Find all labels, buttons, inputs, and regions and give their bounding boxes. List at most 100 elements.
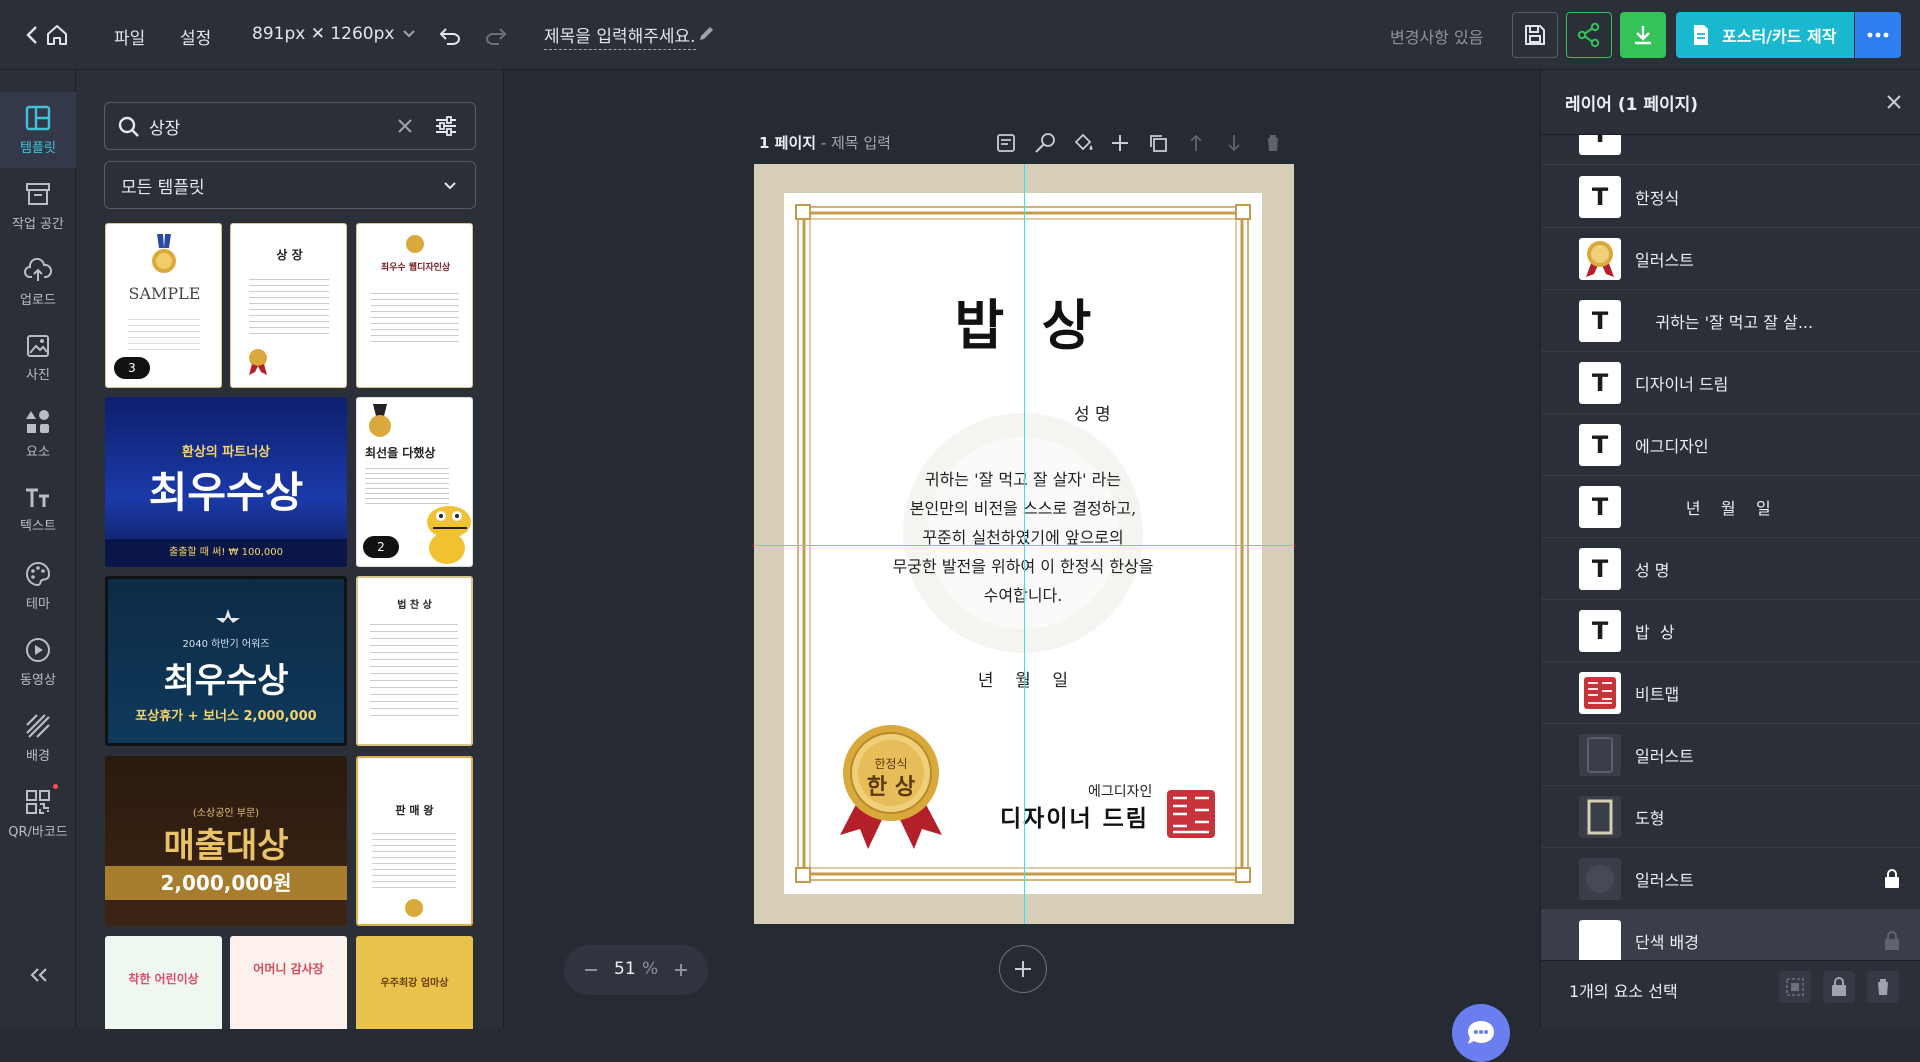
sidebar-item-elements[interactable]: 요소 bbox=[0, 396, 76, 472]
menu-file[interactable]: 파일 bbox=[114, 24, 145, 49]
template-lines bbox=[371, 288, 459, 344]
make-poster-button[interactable]: 포스터/카드 제작 bbox=[1676, 12, 1854, 58]
template-filter-select[interactable]: 모든 템플릿 bbox=[104, 161, 476, 209]
group-button[interactable] bbox=[1779, 971, 1811, 1003]
lock-icon[interactable] bbox=[1884, 931, 1900, 951]
delete-page-icon[interactable] bbox=[1264, 133, 1282, 153]
template-thumbnail[interactable]: 우주최강 엄마상 bbox=[356, 936, 473, 1029]
certificate-date[interactable]: 년 월 일 bbox=[784, 666, 1262, 691]
template-thumbnail[interactable]: 상 장 bbox=[230, 223, 347, 388]
layer-row-partial[interactable]: T bbox=[1541, 135, 1920, 165]
page-title[interactable]: - 제목 입력 bbox=[816, 134, 891, 152]
template-thumbnail[interactable]: 환상의 파트너상 최우수상 출출할 때 써! ₩ 100,000 bbox=[105, 397, 347, 567]
paint-bucket-icon[interactable] bbox=[1072, 132, 1094, 154]
certificate-page[interactable]: 밥 상 성 명 귀하는 '잘 먹고 잘 살자' 라는 본인만의 비전을 스스로 … bbox=[754, 164, 1294, 924]
zoom-unit: % bbox=[642, 959, 659, 979]
lock-icon[interactable] bbox=[1884, 869, 1900, 889]
layer-row[interactable]: T 밥 상 bbox=[1541, 600, 1920, 662]
template-thumbnail[interactable]: SAMPLE 3 bbox=[105, 223, 222, 388]
move-up-icon[interactable] bbox=[1188, 133, 1204, 153]
filter-icon[interactable] bbox=[435, 116, 457, 136]
canvas-size-dropdown[interactable]: 891px ✕ 1260px bbox=[252, 24, 416, 44]
redo-icon[interactable] bbox=[482, 22, 510, 50]
template-thumbnail[interactable]: 법 찬 상 bbox=[356, 576, 473, 746]
layer-panel-title: 레이어 (1 페이지) bbox=[1565, 95, 1699, 115]
template-thumbnail[interactable]: 어머니 감사장 bbox=[230, 936, 347, 1029]
chevron-down-icon bbox=[403, 30, 416, 38]
certificate-title[interactable]: 밥 상 bbox=[784, 281, 1262, 360]
duplicate-icon[interactable] bbox=[1148, 133, 1168, 153]
home-icon[interactable] bbox=[44, 22, 70, 48]
sidebar-item-templates[interactable]: 템플릿 bbox=[0, 92, 76, 168]
layer-row[interactable]: T 에그디자인 bbox=[1541, 414, 1920, 476]
sidebar-item-photo[interactable]: 사진 bbox=[0, 320, 76, 396]
solid-background-thumbnail bbox=[1579, 919, 1621, 960]
sidebar-item-background[interactable]: 배경 bbox=[0, 700, 76, 776]
red-seal-stamp[interactable] bbox=[1165, 788, 1217, 840]
template-footer: 포상휴가 + 보너스 2,000,000 bbox=[135, 709, 317, 724]
add-page-icon[interactable] bbox=[1110, 133, 1130, 153]
sidebar-item-text[interactable]: 텍스트 bbox=[0, 472, 76, 548]
share-button[interactable] bbox=[1566, 12, 1612, 58]
zoom-value[interactable]: 51 bbox=[614, 959, 636, 979]
template-thumbnail[interactable]: 최선을 다했상 2 bbox=[356, 397, 473, 567]
sidebar-item-qr[interactable]: QR/바코드 bbox=[0, 776, 76, 852]
layer-row[interactable]: 일러스트 bbox=[1541, 724, 1920, 786]
delete-button[interactable] bbox=[1867, 971, 1899, 1003]
collapse-sidebar-icon[interactable] bbox=[24, 960, 54, 990]
template-search-box bbox=[104, 102, 476, 150]
chat-button[interactable] bbox=[1452, 1004, 1510, 1062]
download-button[interactable] bbox=[1620, 12, 1666, 58]
layer-row[interactable]: 일러스트 bbox=[1541, 848, 1920, 910]
template-search-input[interactable] bbox=[149, 111, 389, 141]
sidebar-item-upload[interactable]: 업로드 bbox=[0, 244, 76, 320]
template-title: 착한 어린이상 bbox=[128, 972, 199, 986]
pencil-icon[interactable] bbox=[694, 22, 718, 46]
undo-icon[interactable] bbox=[436, 22, 464, 50]
layer-name: 단색 배경 bbox=[1635, 932, 1699, 952]
layer-row[interactable]: T 년 월 일 bbox=[1541, 476, 1920, 538]
layer-row[interactable]: T 한정식 bbox=[1541, 166, 1920, 228]
template-thumbnail[interactable]: 2040 하반기 어워즈 최우수상 포상휴가 + 보너스 2,000,000 bbox=[105, 576, 347, 746]
issuer-name[interactable]: 디자이너 드림 bbox=[1000, 799, 1149, 833]
certificate-name-label[interactable]: 성 명 bbox=[1074, 400, 1111, 425]
lock-button[interactable] bbox=[1823, 971, 1855, 1003]
layer-row[interactable]: T 성 명 bbox=[1541, 538, 1920, 600]
sidebar-item-workspace[interactable]: 작업 공간 bbox=[0, 168, 76, 244]
issuer-org[interactable]: 에그디자인 bbox=[1088, 781, 1152, 801]
document-title-text: 제목을 입력해주세요. bbox=[544, 27, 696, 47]
upload-icon bbox=[24, 257, 52, 281]
layer-row[interactable]: T 디자이너 드림 bbox=[1541, 352, 1920, 414]
layer-row[interactable]: 비트맵 bbox=[1541, 662, 1920, 724]
template-thumbnail[interactable]: (소상공인 부문) 매출대상 2,000,000원 bbox=[105, 756, 347, 926]
close-icon[interactable] bbox=[1886, 94, 1902, 110]
template-title: 우주최강 엄마상 bbox=[380, 978, 449, 989]
magic-brush-icon[interactable] bbox=[1034, 132, 1056, 154]
layer-row-selected[interactable]: 단색 배경 bbox=[1541, 910, 1920, 960]
sidebar-item-theme[interactable]: 테마 bbox=[0, 548, 76, 624]
zoom-in-icon[interactable] bbox=[674, 963, 688, 977]
template-thumbnail[interactable]: 최우수 웹디자인상 bbox=[356, 223, 473, 388]
menu-settings[interactable]: 설정 bbox=[180, 24, 211, 49]
layer-row[interactable]: 도형 bbox=[1541, 786, 1920, 848]
sidebar-item-video[interactable]: 동영상 bbox=[0, 624, 76, 700]
template-icon bbox=[25, 105, 51, 130]
text-layer-icon: T bbox=[1579, 423, 1621, 466]
back-icon[interactable] bbox=[22, 23, 42, 47]
save-button[interactable] bbox=[1512, 12, 1558, 58]
document-title[interactable]: 제목을 입력해주세요. bbox=[544, 22, 696, 50]
certificate-body[interactable]: 귀하는 '잘 먹고 잘 살자' 라는 본인만의 비전을 스스로 결정하고, 꾸준… bbox=[784, 465, 1262, 610]
move-down-icon[interactable] bbox=[1226, 133, 1242, 153]
more-options-button[interactable] bbox=[1855, 12, 1901, 58]
template-thumbnail[interactable]: 착한 어린이상 bbox=[105, 936, 222, 1029]
template-thumbnail[interactable]: 판 매 왕 bbox=[356, 756, 473, 926]
notes-icon[interactable] bbox=[996, 133, 1016, 153]
clear-icon[interactable] bbox=[397, 118, 413, 134]
vertical-guide bbox=[1024, 164, 1025, 924]
add-page-button[interactable] bbox=[999, 945, 1047, 993]
layer-row[interactable]: 일러스트 bbox=[1541, 228, 1920, 290]
template-amount: 2,000,000원 bbox=[105, 866, 347, 900]
zoom-out-icon[interactable] bbox=[584, 963, 598, 977]
layer-row[interactable]: T 귀하는 '잘 먹고 잘 살... bbox=[1541, 290, 1920, 352]
lock-icon bbox=[1832, 977, 1846, 996]
